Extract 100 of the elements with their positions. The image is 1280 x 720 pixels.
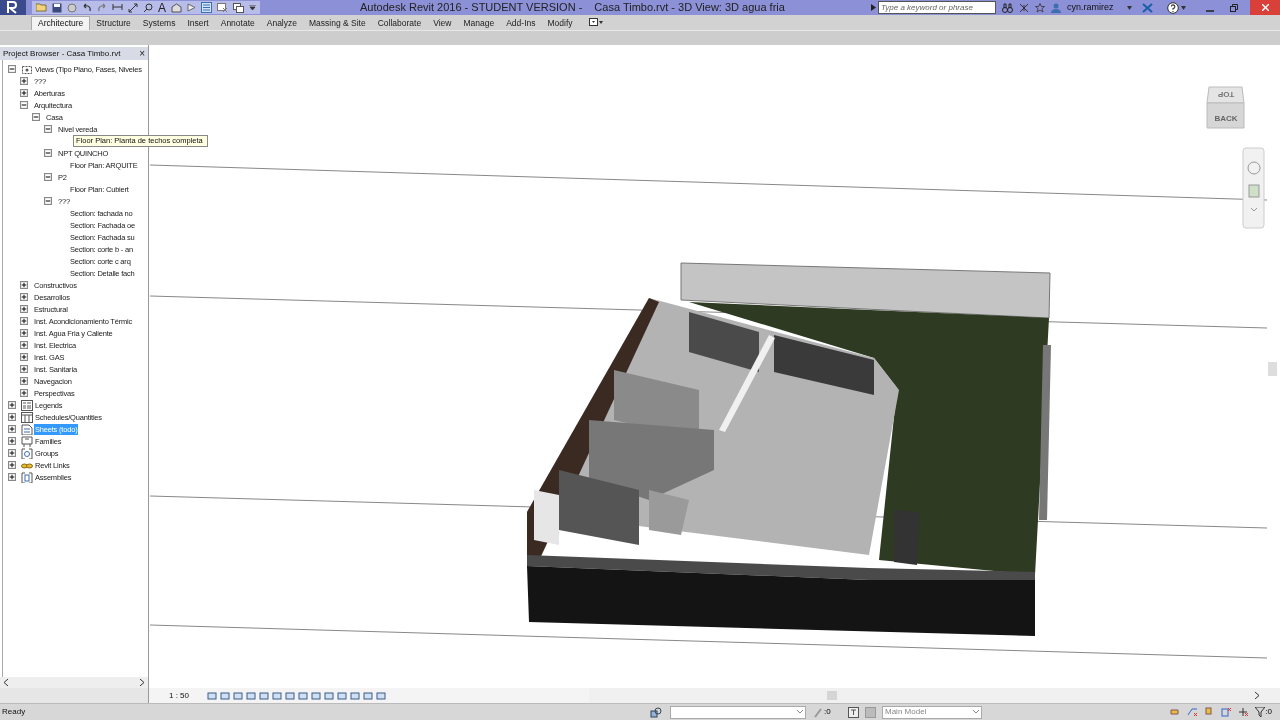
thin-lines-icon[interactable] bbox=[201, 2, 212, 13]
collapse-icon[interactable] bbox=[32, 113, 40, 121]
panel-title: Project Browser - Casa Timbo.rvt bbox=[3, 47, 121, 60]
user-menu[interactable]: cyn.ramirez bbox=[1067, 0, 1127, 15]
application-menu-button[interactable] bbox=[0, 0, 26, 15]
dropdown-caret-icon bbox=[973, 710, 979, 714]
expand-icon[interactable] bbox=[8, 413, 16, 421]
close-button[interactable] bbox=[1250, 0, 1280, 15]
table-icon bbox=[21, 411, 33, 423]
design-option-dropdown[interactable]: Main Model bbox=[882, 705, 982, 719]
exchange-apps-icon[interactable] bbox=[1142, 2, 1153, 13]
restore-icon[interactable] bbox=[1230, 3, 1238, 12]
ribbon-tab[interactable]: Massing & Site bbox=[303, 16, 372, 30]
ribbon-tab[interactable]: Systems bbox=[136, 16, 182, 30]
expand-icon[interactable] bbox=[8, 473, 16, 481]
scrollbar-thumb[interactable] bbox=[827, 691, 837, 700]
expand-icon[interactable] bbox=[20, 389, 28, 397]
undo-icon[interactable] bbox=[82, 3, 92, 12]
caret-icon[interactable] bbox=[1181, 5, 1186, 10]
collapse-icon[interactable] bbox=[44, 149, 52, 157]
default-3d-view-icon[interactable] bbox=[171, 2, 182, 13]
ribbon-tab[interactable]: Structure bbox=[90, 16, 137, 30]
ribbon-tab[interactable]: Analyze bbox=[260, 16, 303, 30]
switch-windows-icon[interactable] bbox=[233, 2, 244, 13]
scroll-right-icon[interactable] bbox=[1255, 692, 1260, 699]
sync-icon[interactable] bbox=[67, 2, 77, 13]
ribbon-tab[interactable]: Architecture bbox=[31, 16, 91, 30]
tag-icon[interactable] bbox=[143, 2, 153, 13]
horizontal-scrollbar[interactable] bbox=[0, 677, 148, 688]
save-icon[interactable] bbox=[52, 2, 62, 13]
close-icon bbox=[1261, 4, 1269, 11]
expand-icon[interactable] bbox=[20, 281, 28, 289]
editing-requests-icon[interactable] bbox=[848, 706, 859, 718]
ribbon-tab[interactable]: Add-Ins bbox=[500, 16, 542, 30]
caret-icon[interactable] bbox=[1127, 5, 1132, 10]
satellite-icon[interactable] bbox=[1019, 2, 1029, 13]
expand-icon[interactable] bbox=[20, 317, 28, 325]
open-folder-icon[interactable] bbox=[36, 3, 47, 12]
family-icon bbox=[21, 435, 33, 447]
status-message: Ready bbox=[2, 706, 27, 718]
select-by-face-icon[interactable] bbox=[1221, 707, 1233, 717]
scroll-right-icon[interactable] bbox=[140, 679, 145, 686]
filter-count: :0 bbox=[1265, 706, 1272, 718]
text-tool[interactable]: A bbox=[158, 1, 166, 14]
expand-icon[interactable] bbox=[8, 425, 16, 433]
ribbon-tab[interactable]: Insert bbox=[181, 16, 215, 30]
expand-icon[interactable] bbox=[20, 305, 28, 313]
window-title: Autodesk Revit 2016 - STUDENT VERSION - bbox=[360, 0, 583, 16]
drag-elements-icon[interactable] bbox=[1238, 707, 1250, 717]
measure-icon[interactable] bbox=[112, 3, 123, 12]
filter-icon[interactable] bbox=[1255, 707, 1266, 717]
collapse-icon[interactable] bbox=[44, 125, 52, 133]
collapse-icon[interactable] bbox=[44, 197, 52, 205]
ribbon-tab[interactable]: Manage bbox=[457, 16, 501, 30]
redo-icon[interactable] bbox=[97, 3, 107, 12]
editing-count: :0 bbox=[824, 706, 832, 718]
expand-icon[interactable] bbox=[20, 353, 28, 361]
worksets-icon[interactable] bbox=[650, 706, 662, 718]
expand-icon[interactable] bbox=[20, 341, 28, 349]
expand-icon[interactable] bbox=[20, 365, 28, 373]
ribbon-display-icon[interactable] bbox=[588, 18, 603, 27]
revit-logo-icon bbox=[6, 1, 20, 14]
close-button[interactable]: × bbox=[139, 48, 145, 59]
dropdown-caret-icon[interactable] bbox=[249, 4, 256, 11]
expand-icon[interactable] bbox=[8, 461, 16, 469]
binoculars-icon[interactable] bbox=[1002, 2, 1013, 13]
expand-icon[interactable] bbox=[8, 401, 16, 409]
collapse-icon[interactable] bbox=[20, 101, 28, 109]
expand-arrow-icon[interactable] bbox=[871, 4, 876, 11]
select-links-icon[interactable] bbox=[1170, 707, 1182, 717]
search-field[interactable]: Type a keyword or phrase bbox=[878, 1, 996, 14]
document-title: Casa Timbo.rvt - 3D View: 3D agua fria bbox=[594, 0, 785, 16]
expand-icon[interactable] bbox=[20, 89, 28, 97]
close-windows-icon[interactable] bbox=[217, 2, 228, 13]
collapse-icon[interactable] bbox=[44, 173, 52, 181]
star-icon[interactable] bbox=[1035, 2, 1045, 13]
view-scale[interactable]: 1 : 50 bbox=[169, 689, 189, 702]
assembly-icon bbox=[21, 471, 33, 483]
expand-icon[interactable] bbox=[8, 437, 16, 445]
expand-icon[interactable] bbox=[20, 293, 28, 301]
collapse-icon[interactable] bbox=[8, 65, 16, 73]
ribbon-tab[interactable]: Collaborate bbox=[371, 16, 428, 30]
section-icon[interactable] bbox=[187, 3, 196, 12]
vertical-scrollbar-thumb[interactable] bbox=[1268, 362, 1277, 376]
help-icon[interactable] bbox=[1167, 1, 1179, 14]
expand-icon[interactable] bbox=[20, 377, 28, 385]
select-underlay-icon[interactable] bbox=[1187, 707, 1199, 717]
workset-dropdown[interactable] bbox=[670, 705, 806, 719]
expand-icon[interactable] bbox=[8, 449, 16, 457]
scroll-left-icon[interactable] bbox=[3, 679, 8, 686]
expand-icon[interactable] bbox=[20, 329, 28, 337]
ribbon-tab[interactable]: Annotate bbox=[214, 16, 261, 30]
ribbon-tab[interactable]: View bbox=[427, 16, 458, 30]
building-model-drawing[interactable] bbox=[527, 262, 1051, 636]
expand-icon[interactable] bbox=[20, 77, 28, 85]
legend-icon bbox=[21, 399, 33, 411]
aligned-dimension-icon[interactable] bbox=[128, 2, 138, 13]
dropdown-caret-icon bbox=[797, 710, 803, 714]
group-icon bbox=[21, 447, 33, 459]
ribbon-tab[interactable]: Modify bbox=[541, 16, 579, 30]
